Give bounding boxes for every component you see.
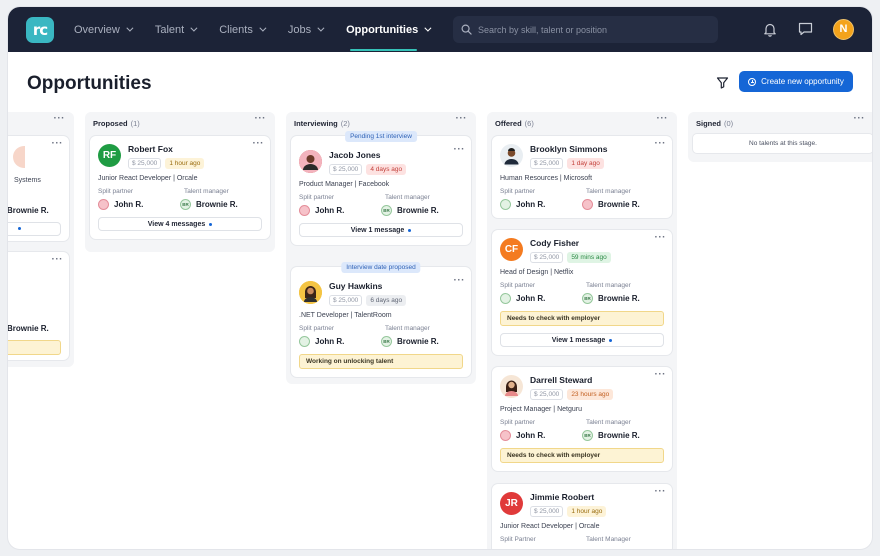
filter-icon[interactable]: [716, 76, 732, 92]
search-bar[interactable]: [453, 16, 718, 43]
avatar: JR: [500, 492, 523, 515]
menu-clients[interactable]: Clients: [219, 7, 267, 52]
opportunity-card[interactable]: ··· RF Robert Fox $ 25,000 1 hour ago Jun…: [90, 136, 270, 239]
time-badge: 6 days ago: [366, 295, 407, 306]
chevron-down-icon: [424, 24, 432, 32]
more-icon[interactable]: ···: [454, 144, 466, 155]
avatar: [98, 199, 109, 210]
avatar: BR: [381, 336, 392, 347]
note: Needs to check with employer: [500, 311, 664, 326]
more-icon[interactable]: ···: [456, 113, 468, 124]
more-icon[interactable]: ···: [52, 138, 64, 149]
more-icon[interactable]: ···: [655, 369, 667, 380]
chevron-down-icon: [190, 24, 198, 32]
more-icon[interactable]: ···: [655, 486, 667, 497]
avatar: CF: [500, 238, 523, 261]
unread-dot: [408, 228, 412, 232]
time-badge: 59 mins ago: [567, 252, 611, 263]
avatar: [299, 205, 310, 216]
nav-actions: N: [746, 18, 854, 40]
chevron-down-icon: [126, 24, 134, 32]
more-icon[interactable]: ···: [253, 138, 265, 149]
avatar: BR: [381, 205, 392, 216]
column-proposed: Proposed (1) ··· ··· RF Robert Fox $ 25,00…: [85, 112, 275, 252]
more-icon[interactable]: ···: [657, 113, 669, 124]
bell-icon[interactable]: [759, 18, 781, 40]
plus-circle-icon: [748, 77, 757, 86]
empty-column-message: No talents at this stage.: [693, 134, 872, 153]
avatar: [13, 146, 25, 168]
view-messages-button[interactable]: View 1 message: [299, 223, 463, 237]
opportunity-card[interactable]: ··· CF Cody Fisher $ 25,000 59 mins ago H…: [492, 230, 672, 355]
time-badge: 1 hour ago: [567, 506, 607, 517]
avatar: BR: [180, 199, 191, 210]
search-input[interactable]: [478, 24, 698, 35]
avatar: [500, 199, 511, 210]
menu-opportunities[interactable]: Opportunities: [346, 7, 432, 52]
column-offered: Offered (6) ··· ··· Brooklyn Simmons $ 25,…: [487, 112, 677, 549]
status-badge: Interview date proposed: [341, 262, 421, 273]
search-icon: [461, 24, 472, 35]
kanban-board: ··· ··· Systems Brownie R. ··· Brownie R…: [8, 112, 872, 549]
opportunity-card[interactable]: ··· Darrell Steward $ 25,000 23 hours ago…: [492, 367, 672, 471]
time-badge: 1 day ago: [567, 158, 604, 169]
avatar: [500, 375, 523, 398]
chat-icon[interactable]: [794, 18, 816, 40]
avatar: [299, 336, 310, 347]
chevron-down-icon: [259, 24, 267, 32]
status-badge: Pending 1st interview: [345, 131, 417, 142]
menu-overview[interactable]: Overview: [74, 7, 134, 52]
column-partial: ··· ··· Systems Brownie R. ··· Brownie R…: [8, 112, 74, 367]
top-navbar: rc Overview Talent Clients Jobs Opportun…: [8, 7, 872, 52]
column-header: Proposed (1) ···: [93, 113, 267, 128]
note: Working on unlocking talent: [299, 354, 463, 369]
avatar: [299, 281, 322, 304]
more-icon[interactable]: ···: [454, 275, 466, 286]
unread-dot: [609, 338, 613, 342]
time-badge: 4 days ago: [366, 164, 407, 175]
chevron-down-icon: [317, 24, 325, 32]
more-icon[interactable]: ···: [655, 138, 667, 149]
opportunity-card[interactable]: ··· Brooklyn Simmons $ 25,000 1 day ago H…: [492, 136, 672, 218]
avatar: [500, 430, 511, 441]
avatar: [500, 144, 523, 167]
page-title: Opportunities: [27, 73, 152, 94]
avatar: RF: [98, 144, 121, 167]
column-signed: Signed (0) ··· No talents at this stage.: [688, 112, 872, 162]
avatar: [299, 150, 322, 173]
main-menu: Overview Talent Clients Jobs Opportuniti…: [74, 7, 453, 52]
opportunity-card[interactable]: ··· Brownie R.: [8, 252, 69, 360]
avatar: BR: [582, 430, 593, 441]
unread-dot: [209, 222, 213, 226]
app-window: rc Overview Talent Clients Jobs Opportun…: [8, 7, 872, 549]
menu-jobs[interactable]: Jobs: [288, 7, 325, 52]
note: Needs to check with employer: [500, 448, 664, 463]
more-icon[interactable]: ···: [655, 232, 667, 243]
note: [8, 340, 61, 355]
column-interviewing: Interviewing (2) ··· Pending 1st interview…: [286, 112, 476, 384]
column-header: Signed (0) ···: [696, 113, 866, 128]
column-header: Offered (6) ···: [495, 113, 669, 128]
avatar: BR: [582, 293, 593, 304]
opportunity-card[interactable]: Interview date proposed ··· Guy Hawkins …: [291, 262, 471, 377]
opportunity-card[interactable]: Pending 1st interview ··· Jacob Jones $ …: [291, 131, 471, 245]
more-icon[interactable]: ···: [52, 254, 64, 265]
opportunity-card[interactable]: ··· JR Jimmie Roobert $ 25,000 1 hour ago…: [492, 484, 672, 549]
menu-talent[interactable]: Talent: [155, 7, 198, 52]
more-icon[interactable]: ···: [854, 113, 866, 124]
view-messages-button[interactable]: View 4 messages: [98, 217, 262, 231]
create-opportunity-button[interactable]: Create new opportunity: [739, 71, 853, 92]
time-badge: 23 hours ago: [567, 389, 614, 400]
opportunity-card[interactable]: ··· Systems Brownie R.: [8, 136, 69, 241]
view-messages-button[interactable]: View 1 message: [500, 333, 664, 347]
avatar: [582, 199, 593, 210]
more-icon[interactable]: ···: [54, 113, 66, 124]
more-icon[interactable]: ···: [255, 113, 267, 124]
user-avatar[interactable]: N: [833, 18, 854, 40]
app-logo[interactable]: rc: [26, 16, 54, 43]
time-badge: 1 hour ago: [165, 158, 205, 169]
avatar: [500, 293, 511, 304]
view-messages-button[interactable]: [8, 222, 61, 236]
page-header: Opportunities Create new opportunity: [8, 52, 872, 112]
